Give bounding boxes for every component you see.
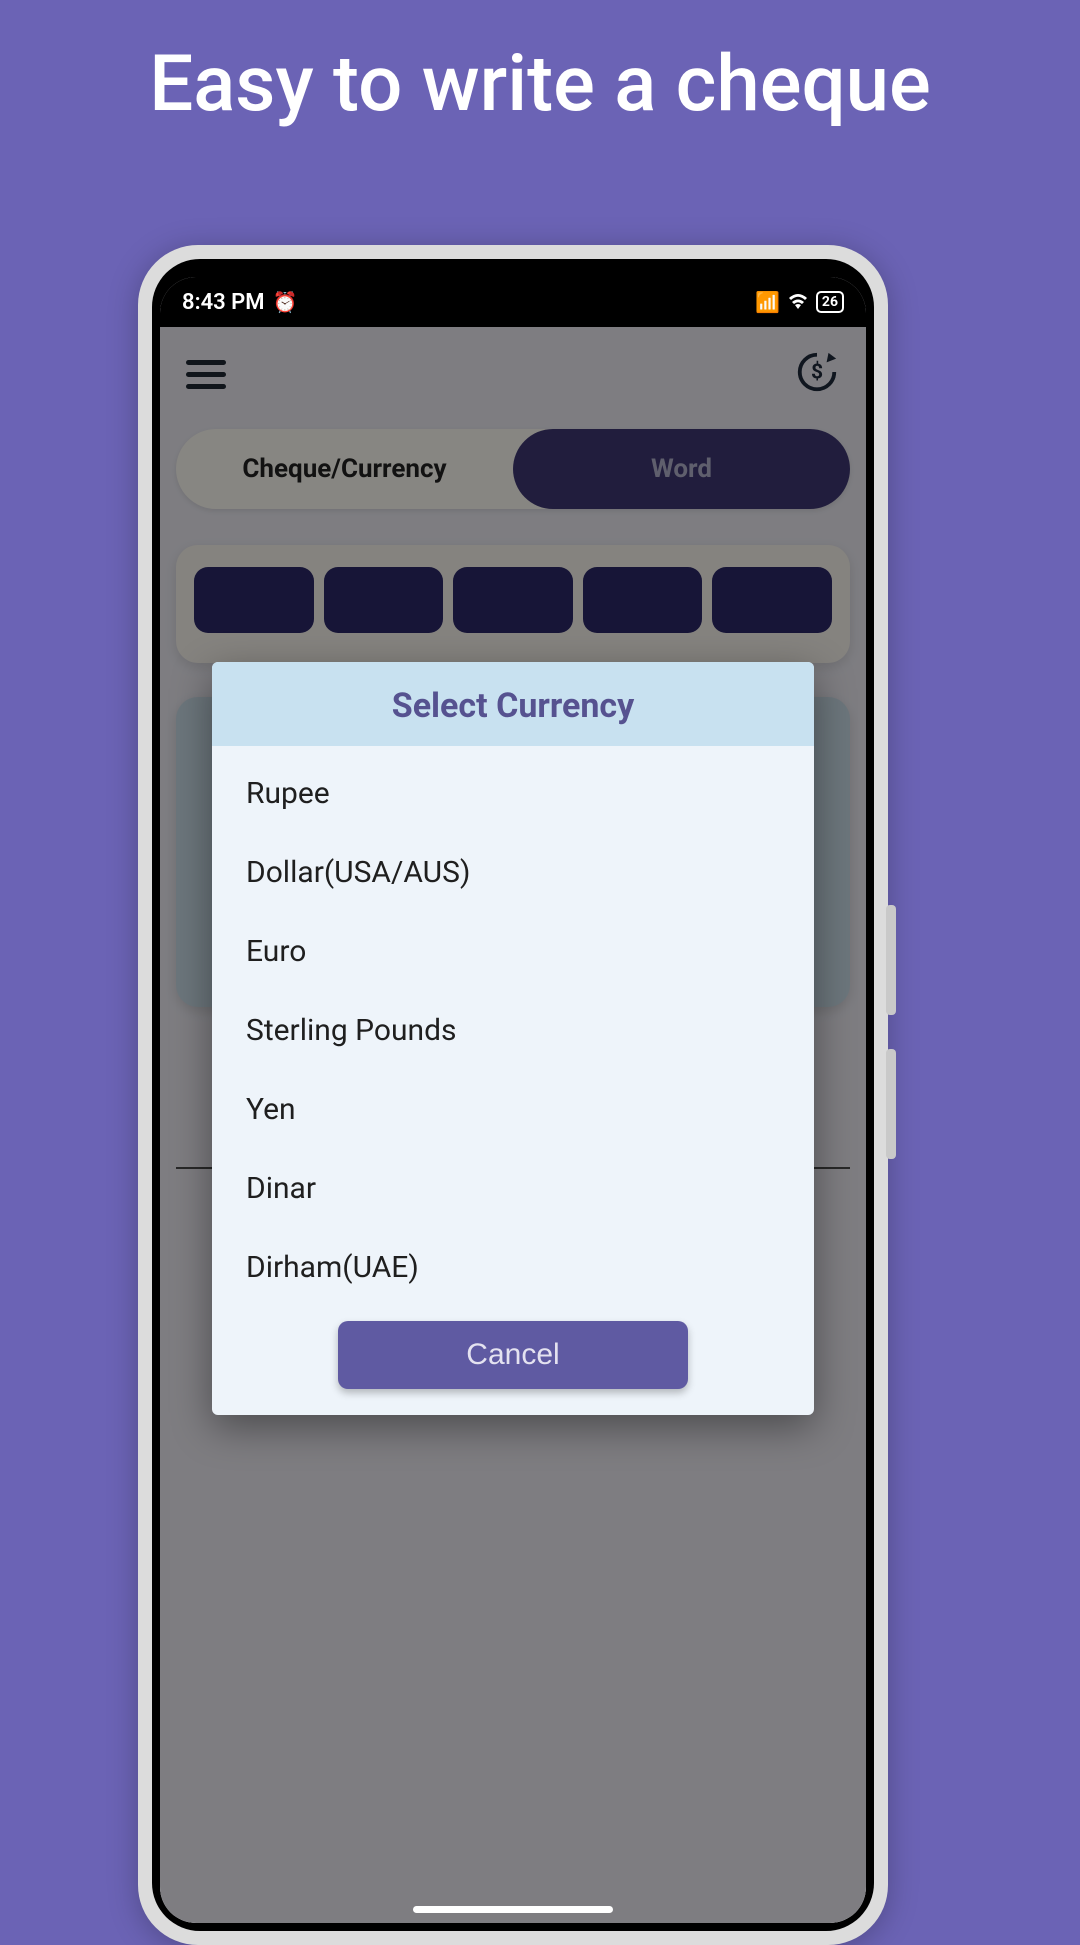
currency-option-dollar[interactable]: Dollar(USA/AUS) [212,833,814,912]
marketing-headline: Easy to write a cheque [0,0,1080,130]
cancel-button[interactable]: Cancel [338,1321,688,1389]
currency-option-sterling[interactable]: Sterling Pounds [212,991,814,1070]
currency-option-euro[interactable]: Euro [212,912,814,991]
phone-side-buttons [886,905,896,1193]
alarm-icon: ⏰ [273,290,298,314]
phone-screen: 8:43 PM ⏰ 📶 26 [160,277,866,1923]
currency-option-yen[interactable]: Yen [212,1070,814,1149]
currency-option-rupee[interactable]: Rupee [212,754,814,833]
wifi-icon [786,290,810,314]
phone-frame: 8:43 PM ⏰ 📶 26 [138,245,888,1945]
signal-icon: 📶 [755,290,780,314]
currency-option-dirham[interactable]: Dirham(UAE) [212,1228,814,1307]
phone-bezel: 8:43 PM ⏰ 📶 26 [152,259,874,1931]
dialog-title: Select Currency [212,662,814,746]
home-indicator[interactable] [413,1906,613,1913]
battery-indicator: 26 [816,291,844,313]
phone-notch [373,259,653,293]
app-content: $ Cheque/Currency Word [160,327,866,1923]
currency-list: Rupee Dollar(USA/AUS) Euro Sterling Poun… [212,746,814,1313]
select-currency-dialog: Select Currency Rupee Dollar(USA/AUS) Eu… [212,662,814,1415]
currency-option-dinar[interactable]: Dinar [212,1149,814,1228]
status-time: 8:43 PM [182,290,265,315]
